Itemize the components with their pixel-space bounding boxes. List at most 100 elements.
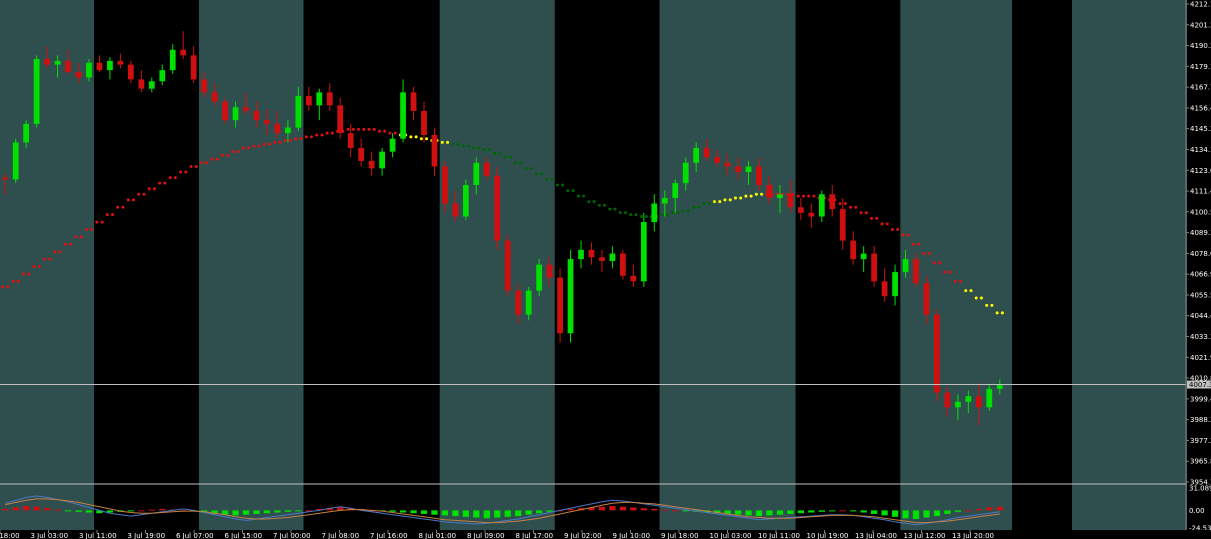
price-tick-label: 3965.8 — [1190, 458, 1211, 466]
ma-dot — [11, 279, 15, 283]
ma-dot — [131, 198, 135, 202]
ma-dot — [498, 152, 502, 156]
time-tick-label: 10 Jul 19:00 — [807, 532, 849, 539]
histogram-bar — [515, 510, 522, 517]
histogram-bar — [609, 506, 616, 511]
ma-dot — [917, 242, 921, 246]
ma-dot — [58, 250, 62, 254]
candle-body — [797, 207, 804, 213]
ma-dot — [477, 146, 481, 150]
candle-body — [934, 314, 940, 393]
ma-dot — [294, 137, 298, 141]
histogram-bar — [871, 510, 878, 514]
session-band — [94, 0, 199, 530]
ma-dot — [979, 296, 983, 300]
price-tick-label: 4100.5 — [1190, 208, 1211, 216]
ma-dot — [205, 161, 209, 165]
ma-dot — [231, 150, 235, 154]
time-tick-label: 9 Jul 10:00 — [613, 532, 651, 539]
histogram-bar — [661, 509, 668, 511]
ma-dot — [587, 200, 591, 204]
candle-body — [253, 110, 260, 121]
ma-dot — [566, 189, 570, 193]
candle-body — [285, 127, 291, 134]
trading-chart[interactable]: 4212.7 4201.3 4190.2 4179.1 4167.7 4156.4 4145… — [0, 0, 1211, 539]
candle-body — [965, 396, 972, 402]
candle-body — [211, 92, 218, 102]
ma-dot — [95, 220, 99, 224]
ma-dot — [309, 135, 313, 139]
candle-body — [86, 62, 92, 78]
ma-dot — [545, 177, 549, 181]
histogram-bar — [462, 510, 469, 517]
ma-dot — [864, 211, 868, 215]
candle-body — [724, 162, 731, 167]
histogram-bar — [75, 510, 82, 512]
ma-dot — [37, 265, 41, 269]
candle-body — [243, 107, 249, 111]
price-tick-label: 4021.9 — [1190, 354, 1211, 362]
histogram-bar — [891, 510, 899, 517]
ma-dot — [241, 146, 245, 150]
histogram-bar — [808, 510, 815, 513]
ma-dot — [173, 176, 177, 180]
histogram-bar — [755, 510, 763, 517]
histogram-bar — [441, 510, 449, 516]
price-axis: 4212.7 4201.3 4190.2 4179.1 4167.7 4156.4 4145… — [1186, 0, 1211, 539]
histogram-bar — [483, 510, 490, 519]
price-tick-label: 4033.3 — [1190, 333, 1211, 341]
candle-body — [777, 194, 783, 198]
time-tick-label: 7 Jul 00:00 — [273, 532, 311, 539]
ma-dot — [472, 146, 476, 150]
ma-dot — [487, 148, 491, 152]
ma-dot — [194, 164, 198, 168]
histogram-bar — [242, 510, 250, 515]
histogram-bar — [494, 510, 501, 518]
ma-dot — [686, 209, 690, 213]
current-price-label: 4007.3 — [1189, 381, 1211, 389]
candle-body — [703, 147, 710, 158]
ma-dot — [529, 166, 533, 170]
ma-dot — [377, 129, 381, 133]
ma-dot — [283, 139, 287, 143]
histogram-bar — [630, 507, 637, 511]
histogram-bar — [651, 508, 658, 511]
candle-body — [117, 60, 124, 65]
ma-dot — [681, 209, 685, 213]
time-tick-label: 8 Jul 17:00 — [516, 532, 554, 539]
candle-body — [525, 290, 532, 315]
candle-body — [190, 55, 197, 80]
session-bands — [0, 0, 1211, 530]
candle-body — [944, 392, 951, 408]
ma-dot — [885, 222, 889, 226]
ma-dot — [697, 205, 701, 209]
ma-dot — [226, 153, 230, 157]
histogram-bar — [284, 510, 292, 512]
ma-dot — [508, 155, 512, 159]
candle-body — [902, 259, 909, 273]
histogram-bar — [933, 510, 941, 517]
ma-dot — [561, 183, 565, 187]
candle-body — [305, 96, 312, 106]
ma-dot — [938, 261, 942, 265]
ma-dot — [514, 161, 518, 165]
histogram-bar — [912, 510, 920, 519]
ma-dot — [16, 279, 20, 283]
histogram-bar — [159, 508, 166, 511]
ma-dot — [953, 279, 957, 283]
ma-dot — [608, 207, 612, 211]
ma-dot — [540, 172, 544, 176]
session-band — [303, 0, 440, 530]
histogram-bar — [682, 510, 689, 512]
candle-body — [735, 166, 741, 173]
candle-body — [473, 162, 480, 186]
histogram-bar — [504, 510, 511, 517]
time-tick-label: 9 Jul 18:00 — [661, 532, 699, 539]
ma-dot — [880, 222, 884, 226]
histogram-bar — [776, 510, 784, 515]
candle-body — [557, 277, 563, 334]
indicator-tick-label: 0.00 — [1189, 507, 1205, 515]
candle-body — [955, 401, 961, 408]
price-tick-label: 4179.1 — [1190, 63, 1211, 71]
ma-dot — [603, 203, 607, 207]
